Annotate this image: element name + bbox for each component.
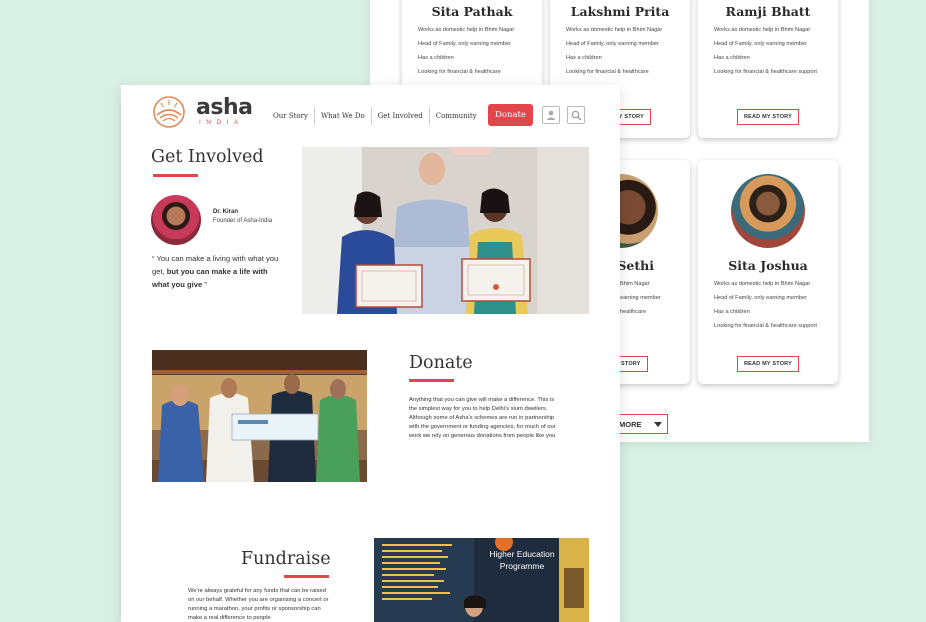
- story-detail: earning member: [620, 295, 661, 301]
- story-card-name: Sita Joshua: [728, 258, 808, 273]
- poster-title: Higher Education Programme: [489, 549, 555, 571]
- founder-name: Dr. Kiran: [213, 209, 239, 215]
- sun-logo-icon: [153, 96, 185, 128]
- founder-role: Founder of Asha-India: [213, 218, 273, 224]
- nav-what-we-do[interactable]: What We Do: [315, 107, 371, 125]
- story-detail: Head of Family, only earning member: [714, 295, 807, 301]
- fundraise-description: We're always grateful for any funds that…: [188, 588, 329, 621]
- story-detail: Has a children: [714, 55, 750, 61]
- certificate-scene: [302, 147, 531, 314]
- cheque-photo: [152, 350, 367, 482]
- title-underline: [409, 379, 454, 382]
- donate-button[interactable]: Donate: [488, 104, 533, 126]
- story-detail: Looking for financial & healthcare suppo…: [714, 323, 817, 329]
- story-detail: Works as domestic help in Bhim Nagar: [714, 281, 811, 287]
- brand-name[interactable]: asha: [196, 95, 253, 120]
- story-detail: Has a children: [566, 55, 602, 61]
- story-detail: Has a children: [418, 55, 454, 61]
- certificate-photo: [302, 147, 589, 314]
- nav-our-story[interactable]: Our Story: [267, 107, 314, 125]
- story-card-name: Lakshmi Prita: [570, 4, 670, 19]
- education-poster-photo: Higher Education Programme: [374, 538, 589, 622]
- story-card-name: Ramji Bhatt: [725, 4, 811, 19]
- story-detail: Works as domestic help in Bhim Nagar: [566, 27, 663, 33]
- user-button[interactable]: [542, 106, 560, 124]
- title-underline: [284, 575, 329, 578]
- page-title: Get Involved: [151, 147, 264, 167]
- top-navigation: asha INDIA Our Story What We Do Get Invo…: [121, 85, 620, 141]
- story-detail: Works as domestic help in Bhim Nagar: [418, 27, 515, 33]
- founder-quote: “ You can make a living with what you ge…: [152, 252, 287, 291]
- get-involved-page: asha INDIA Our Story What We Do Get Invo…: [121, 85, 620, 622]
- story-detail: Head of Family, only earning member: [566, 41, 659, 47]
- story-detail: Has a children: [714, 309, 750, 315]
- user-icon: [546, 110, 556, 120]
- story-detail: Head of Family, only earning member: [714, 41, 807, 47]
- story-detail: healthcare: [620, 309, 647, 315]
- story-detail: Looking for financial & healthcare: [418, 69, 501, 75]
- fundraise-title: Fundraise: [241, 549, 331, 569]
- read-story-button[interactable]: READ MY STORY: [736, 356, 800, 372]
- brand-subtitle: INDIA: [199, 119, 244, 126]
- chevron-down-icon: [653, 421, 662, 427]
- search-icon: [571, 110, 581, 120]
- story-detail: Bhim Nagar: [620, 281, 650, 287]
- search-button[interactable]: [567, 106, 585, 124]
- nav-community[interactable]: Community: [430, 107, 483, 125]
- load-more-label: MORE: [619, 419, 642, 429]
- story-card: Sita Joshua Works as domestic help in Bh…: [698, 160, 838, 384]
- read-story-button[interactable]: READ MY STORY: [736, 109, 800, 125]
- story-card: Ramji Bhatt Works as domestic help in Bh…: [698, 0, 838, 138]
- story-detail: Works as domestic help in Bhim Nagar: [714, 27, 811, 33]
- quote-end: ”: [202, 280, 207, 289]
- story-detail: Head of Family, only earning member: [418, 41, 511, 47]
- story-detail: Looking for financial & healthcare: [566, 69, 649, 75]
- quote-emphasis: but you can make a life with what you gi…: [152, 267, 268, 289]
- story-portrait: [731, 174, 805, 248]
- story-card-name: Sita Pathak: [431, 4, 513, 19]
- cheque-scene: [152, 350, 367, 482]
- nav-get-involved[interactable]: Get Involved: [372, 107, 429, 125]
- title-underline: [153, 174, 198, 177]
- donate-description: Anything that you can give will make a d…: [409, 397, 556, 439]
- nav-links: Our Story What We Do Get Involved Commun…: [267, 107, 483, 125]
- donate-title: Donate: [409, 353, 473, 373]
- founder-avatar: [151, 195, 201, 245]
- story-detail: Looking for financial & healthcare suppo…: [714, 69, 817, 75]
